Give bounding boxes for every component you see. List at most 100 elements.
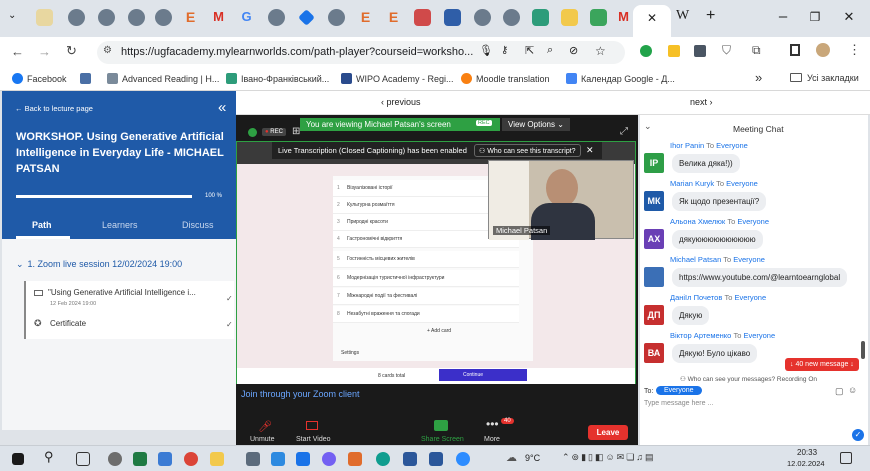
message-link[interactable]: https://www.youtube.com/@learntoearnglob… — [672, 268, 848, 287]
zoom-icon[interactable]: ⊘ — [569, 44, 578, 57]
help-icon[interactable]: ✓ — [852, 429, 864, 441]
task-view-icon[interactable] — [76, 452, 90, 466]
tab-favicon[interactable] — [590, 9, 607, 26]
close-icon[interactable]: ✕ — [647, 11, 657, 25]
previous-button[interactable]: ‹ previous — [381, 97, 421, 107]
taskbar-app-icon[interactable] — [271, 452, 285, 466]
side-panel-icon[interactable] — [790, 44, 800, 56]
camera-off-icon[interactable] — [306, 421, 318, 430]
view-options-button[interactable]: View Options ⌄ — [502, 118, 570, 131]
recording-badge[interactable]: ● REC — [262, 128, 286, 136]
all-bookmarks-folder[interactable]: Усі закладки — [790, 73, 859, 83]
chrome-icon[interactable] — [184, 452, 198, 466]
tab-favicon[interactable] — [128, 9, 145, 26]
start-video-button[interactable]: Start Video — [296, 436, 331, 443]
section-header[interactable]: ⌄ 1. Zoom live session 12/02/2024 19:00 — [16, 259, 182, 270]
tab-favicon[interactable]: M — [615, 9, 632, 26]
file-explorer-icon[interactable] — [210, 452, 224, 466]
join-zoom-client-link[interactable]: Join through your Zoom client — [241, 389, 360, 399]
weather-temperature[interactable]: 9°C — [525, 453, 540, 463]
tab-favicon[interactable] — [414, 9, 431, 26]
tab-favicon[interactable]: W — [676, 8, 689, 24]
taskbar-app-icon[interactable] — [246, 452, 260, 466]
lesson-title[interactable]: "Using Generative Artificial Intelligenc… — [48, 288, 196, 297]
shield-icon[interactable]: ⛉ — [722, 43, 731, 58]
share-screen-button[interactable]: Share Screen — [421, 436, 464, 443]
tab-favicon[interactable] — [36, 9, 53, 26]
bookmark-item[interactable]: Advanced Reading | H... — [107, 73, 219, 84]
bookmark-star-icon[interactable]: ☆ — [595, 44, 606, 58]
zoom-icon[interactable] — [456, 452, 470, 466]
taskbar-app-icon[interactable] — [108, 452, 122, 466]
tab-discuss[interactable]: Discuss — [182, 220, 214, 230]
certificate-title[interactable]: Certificate — [50, 319, 86, 328]
tab-path[interactable]: Path — [32, 220, 52, 230]
extension-icon[interactable] — [694, 45, 706, 57]
search-icon[interactable]: ⚲ — [44, 449, 58, 464]
tab-favicon[interactable]: M — [210, 9, 227, 26]
close-icon[interactable]: ✕ — [586, 145, 594, 156]
system-tray-icons[interactable]: ⌃⊚▮▯◧☺✉❏♫▤ — [562, 452, 656, 463]
bookmark-item[interactable]: Moodle translation — [461, 73, 550, 84]
tab-favicon[interactable] — [532, 9, 549, 26]
translate-icon[interactable]: ⌕ — [547, 44, 553, 57]
new-messages-button[interactable]: ↓ 40 new message ↓ — [785, 358, 859, 371]
windows-start-icon[interactable] — [12, 453, 24, 465]
bookmarks-overflow-button[interactable]: » — [755, 70, 762, 85]
chat-scrollbar[interactable] — [861, 341, 865, 359]
leave-button[interactable]: Leave — [588, 425, 628, 440]
word-icon[interactable] — [429, 452, 443, 466]
recipient-select[interactable]: Everyone — [656, 386, 702, 395]
extensions-puzzle-icon[interactable]: ⧉ — [752, 43, 761, 58]
new-tab-button[interactable]: + — [706, 7, 715, 25]
microphone-icon[interactable]: 🎙 — [479, 44, 493, 57]
tab-favicon[interactable] — [474, 9, 491, 26]
taskbar-app-icon[interactable] — [158, 452, 172, 466]
unmute-button[interactable]: Unmute — [250, 436, 275, 443]
tab-favicon[interactable] — [268, 9, 285, 26]
participant-video[interactable]: Michael Patsan — [488, 160, 634, 240]
bookmark-item[interactable]: Івано-Франківський... — [226, 73, 329, 84]
meeting-info-icon[interactable]: ⊞ — [292, 126, 300, 137]
menu-icon[interactable]: ⋮ — [848, 42, 861, 58]
viber-icon[interactable] — [322, 452, 336, 466]
message-visibility-notice[interactable]: ⚇ Who can see your messages? Recording O… — [680, 375, 817, 383]
tab-favicon[interactable] — [328, 9, 345, 26]
tab-favicon[interactable]: E — [385, 9, 402, 26]
tab-favicon[interactable] — [98, 9, 115, 26]
transcript-visibility-button[interactable]: ⚇ Who can see this transcript? — [474, 144, 581, 157]
weather-icon[interactable]: ☁ — [506, 451, 517, 464]
extension-icon[interactable] — [640, 45, 652, 57]
more-icon[interactable]: ••• — [486, 417, 499, 431]
clock-time[interactable]: 20:33 — [797, 448, 817, 457]
tab-favicon[interactable] — [155, 9, 172, 26]
tab-favicon[interactable] — [298, 9, 315, 26]
site-info-icon[interactable]: ⚙ — [103, 45, 112, 56]
tab-favicon[interactable] — [503, 9, 520, 26]
collapse-sidebar-button[interactable]: « — [218, 99, 226, 116]
tab-favicon[interactable]: E — [357, 9, 374, 26]
profile-avatar[interactable] — [816, 43, 830, 57]
tab-favicon[interactable] — [561, 9, 578, 26]
mic-muted-icon[interactable]: 🎤︎ — [258, 420, 272, 433]
tab-learners[interactable]: Learners — [102, 220, 138, 230]
active-tab[interactable]: ✕ — [633, 5, 671, 37]
tab-favicon[interactable] — [68, 9, 85, 26]
extension-icon[interactable] — [668, 45, 680, 57]
bookmark-item[interactable]: WIPO Academy - Regi... — [341, 73, 454, 84]
taskbar-app-icon[interactable] — [348, 452, 362, 466]
share-screen-icon[interactable] — [434, 420, 448, 431]
tab-favicon[interactable]: E — [182, 9, 199, 26]
forward-arrow-icon[interactable]: → — [38, 44, 51, 59]
chat-message-input[interactable]: Type message here ... — [644, 400, 860, 414]
minimize-button[interactable]: – — [773, 8, 793, 25]
file-icon[interactable]: ▢ — [835, 386, 844, 397]
emoji-icon[interactable]: ☺ — [848, 385, 857, 395]
tab-favicon[interactable] — [444, 9, 461, 26]
word-icon[interactable] — [403, 452, 417, 466]
close-window-button[interactable]: ✕ — [839, 9, 859, 25]
mail-icon[interactable] — [296, 452, 310, 466]
next-button[interactable]: next › — [690, 97, 713, 107]
bookmark-item[interactable] — [80, 73, 95, 84]
clock-date[interactable]: 12.02.2024 — [787, 459, 825, 468]
